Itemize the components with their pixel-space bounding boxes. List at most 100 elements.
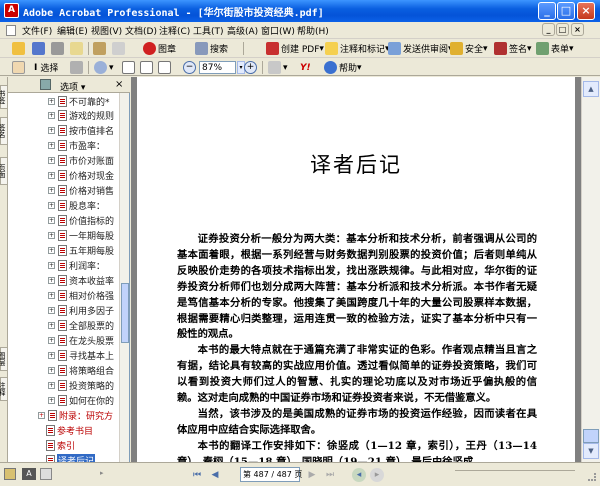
- tab-pages[interactable]: 页面: [0, 157, 8, 185]
- expand-icon[interactable]: +: [38, 412, 45, 419]
- rotate-button[interactable]: ▾: [268, 60, 288, 75]
- doc-minimize-button[interactable]: _: [542, 23, 555, 36]
- bookmark-item[interactable]: + 不可靠的*: [48, 95, 120, 108]
- expand-icon[interactable]: +: [48, 142, 55, 149]
- bookmark-item[interactable]: 译者后记: [46, 454, 120, 462]
- scroll-up-button[interactable]: ▲: [583, 81, 599, 97]
- bookmark-item[interactable]: 索引: [46, 439, 120, 452]
- resize-grip[interactable]: [588, 473, 596, 481]
- bookmark-item[interactable]: + 价格对现金: [48, 169, 120, 182]
- expand-icon[interactable]: +: [48, 337, 55, 344]
- menu-edit[interactable]: 编辑(E): [57, 24, 88, 37]
- expand-icon[interactable]: +: [48, 277, 55, 284]
- page-number-field[interactable]: 第 487 / 487 页: [240, 467, 302, 482]
- bookmark-scroll-thumb[interactable]: [121, 283, 129, 343]
- bookmark-item[interactable]: + 游戏的规则: [48, 109, 120, 122]
- close-pane-button[interactable]: ×: [115, 79, 123, 90]
- expand-icon[interactable]: +: [48, 98, 55, 105]
- bookmark-item[interactable]: + 按市值排名: [48, 124, 120, 137]
- bookmark-item[interactable]: + 利润率：: [48, 259, 120, 272]
- menu-comments[interactable]: 注释(C): [159, 24, 190, 37]
- expand-icon[interactable]: +: [48, 172, 55, 179]
- zoom-tool-button[interactable]: ▾: [94, 60, 114, 75]
- bookmark-item[interactable]: + 市盈率：: [48, 139, 120, 152]
- expand-icon[interactable]: +: [48, 322, 55, 329]
- menu-advanced[interactable]: 高级(A): [227, 24, 258, 37]
- expand-icon[interactable]: +: [48, 397, 55, 404]
- create-pdf-button[interactable]: 创建 PDF ▾: [266, 41, 324, 56]
- expand-icon[interactable]: +: [48, 352, 55, 359]
- expand-icon[interactable]: +: [48, 262, 55, 269]
- first-page-button[interactable]: ⏮: [190, 468, 204, 482]
- maximize-button[interactable]: □: [557, 2, 575, 20]
- expand-icon[interactable]: +: [48, 157, 55, 164]
- expand-icon[interactable]: +: [48, 232, 55, 239]
- tab-layers[interactable]: 图层: [0, 347, 8, 371]
- expand-icon[interactable]: +: [48, 112, 55, 119]
- doc-close-button[interactable]: ×: [571, 23, 584, 36]
- actual-size-button[interactable]: [122, 60, 137, 75]
- bookmark-item[interactable]: + 如何在你的: [48, 394, 120, 407]
- options-menu[interactable]: 选项 ▾: [60, 80, 85, 93]
- previous-page-button[interactable]: ◀: [208, 468, 222, 482]
- bookmark-scrollbar[interactable]: [119, 93, 129, 462]
- tab-signatures[interactable]: 签名: [0, 117, 8, 145]
- print-button[interactable]: [51, 41, 66, 56]
- bookmark-item[interactable]: + 资本收益率: [48, 274, 120, 287]
- next-page-button[interactable]: ▶: [305, 468, 319, 482]
- bookmark-item[interactable]: 参考书目: [46, 424, 120, 437]
- organizer-button[interactable]: [93, 41, 108, 56]
- bookmark-item[interactable]: + 价值指标的: [48, 214, 120, 227]
- open-button[interactable]: [12, 41, 27, 56]
- bookmark-item[interactable]: + 利用多因子: [48, 304, 120, 317]
- menu-document[interactable]: 文档(D): [125, 24, 157, 37]
- minimize-button[interactable]: _: [538, 2, 556, 20]
- bookmark-item[interactable]: + 五年期每股: [48, 244, 120, 257]
- snapshot-button[interactable]: [70, 60, 85, 75]
- expand-icon[interactable]: +: [48, 187, 55, 194]
- bookmark-item[interactable]: + 在龙头股票: [48, 334, 120, 347]
- expand-icon[interactable]: +: [48, 127, 55, 134]
- last-page-button[interactable]: ⏭: [323, 468, 337, 482]
- hand-tool-button[interactable]: [12, 60, 27, 75]
- save-button[interactable]: [32, 41, 47, 56]
- email-button[interactable]: [70, 41, 85, 56]
- search-button[interactable]: 搜索: [195, 41, 228, 56]
- close-button[interactable]: ×: [577, 2, 595, 20]
- acrobat-status-icon[interactable]: A: [22, 468, 36, 480]
- sign-button[interactable]: 签名 ▾: [494, 41, 532, 56]
- menu-file[interactable]: 文件(F): [22, 24, 52, 37]
- menu-help[interactable]: 帮助(H): [297, 24, 329, 37]
- expand-icon[interactable]: +: [48, 247, 55, 254]
- comment-markup-button[interactable]: 注释和标记▾: [325, 41, 390, 56]
- bookmark-item[interactable]: + 全部股票的: [48, 319, 120, 332]
- zoom-out-button[interactable]: −: [183, 60, 198, 75]
- tab-bookmarks[interactable]: 书签: [0, 85, 8, 109]
- help-button[interactable]: 帮助 ▾: [324, 60, 362, 75]
- attach-button[interactable]: [112, 41, 127, 56]
- bookmark-item[interactable]: + 市价对账面: [48, 154, 120, 167]
- previous-view-button[interactable]: ◂: [352, 468, 366, 482]
- bookmark-item[interactable]: + 投资策略的: [48, 379, 120, 392]
- expand-icon[interactable]: +: [48, 217, 55, 224]
- bookmark-item[interactable]: + 股息率：: [48, 199, 120, 212]
- doc-restore-button[interactable]: □: [556, 23, 569, 36]
- tab-comments[interactable]: 注释: [0, 377, 8, 401]
- expand-icon[interactable]: +: [48, 382, 55, 389]
- stamp-button[interactable]: 图章: [143, 41, 176, 56]
- expand-icon[interactable]: +: [48, 292, 55, 299]
- bookmark-item[interactable]: + 寻找基本上: [48, 349, 120, 362]
- forms-button[interactable]: 表单 ▾: [536, 41, 574, 56]
- menu-window[interactable]: 窗口(W): [261, 24, 295, 37]
- yahoo-button[interactable]: Y!: [300, 60, 311, 75]
- page-size-icon[interactable]: [40, 468, 52, 480]
- select-tool-button[interactable]: I 选择: [34, 60, 58, 75]
- fit-page-button[interactable]: [140, 60, 155, 75]
- bookmark-item[interactable]: + 附录：研究方: [38, 409, 120, 422]
- send-review-button[interactable]: 发送供审阅▾: [388, 41, 453, 56]
- bookmark-item[interactable]: + 一年期每股: [48, 229, 120, 242]
- menu-view[interactable]: 视图(V): [91, 24, 122, 37]
- secure-button[interactable]: 安全 ▾: [450, 41, 488, 56]
- next-view-button[interactable]: ▸: [370, 468, 384, 482]
- bookmark-item[interactable]: + 价格对销售: [48, 184, 120, 197]
